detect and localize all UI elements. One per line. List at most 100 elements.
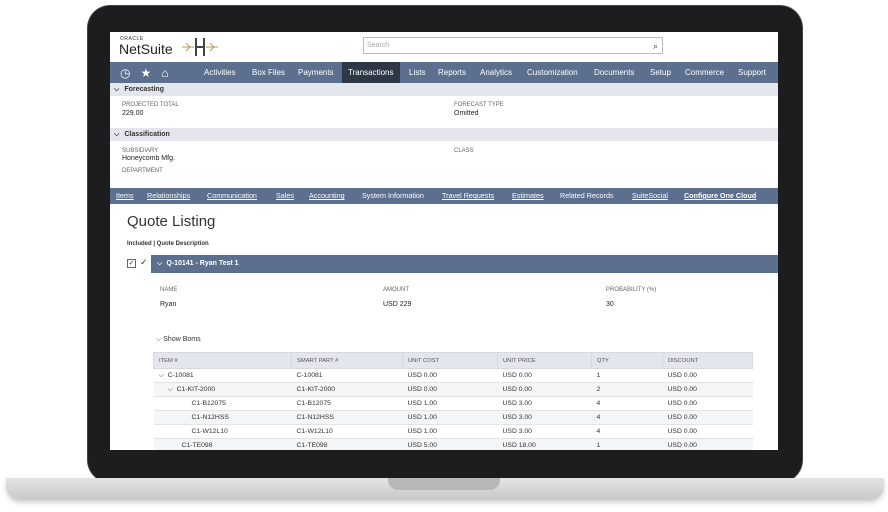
- global-search-input[interactable]: Search ⌕: [363, 37, 663, 54]
- tab-accounting[interactable]: Accounting: [309, 188, 345, 204]
- nav-lists[interactable]: Lists: [404, 62, 430, 83]
- item-cell: C1-B12075: [153, 396, 292, 411]
- recent-icon[interactable]: ◷: [120, 66, 130, 80]
- unit-price-cell: USD 18.00: [497, 438, 592, 450]
- col-smart-part[interactable]: SMART PART #: [291, 352, 403, 369]
- chevron-down-icon: ⌵: [114, 86, 120, 93]
- item-cell: C1-W12L10: [153, 424, 292, 439]
- classification-section-header[interactable]: ⌵ Classification: [110, 128, 778, 141]
- company-logo-icon: [182, 38, 218, 56]
- nav-box-files[interactable]: Box Files: [247, 62, 290, 83]
- main-nav: ◷ ★ ⌂ Activities Box Files Payments Tran…: [110, 62, 778, 83]
- home-icon[interactable]: ⌂: [161, 66, 168, 80]
- record-subtabs: Items Relationships Communication Sales …: [110, 188, 778, 204]
- search-placeholder: Search: [367, 42, 390, 49]
- unit-price-cell: USD 3.00: [497, 410, 592, 425]
- table-row[interactable]: ⌵ C-10081 C-10081 USD 0.00 USD 0.00 1 US…: [153, 368, 753, 383]
- tab-suitesocial[interactable]: SuiteSocial: [632, 188, 668, 204]
- table-header-row: ITEM # SMART PART # UNIT COST UNIT PRICE…: [153, 352, 753, 369]
- netsuite-logo[interactable]: NetSuite: [119, 41, 173, 57]
- col-qty[interactable]: QTY: [591, 352, 663, 369]
- tab-communication[interactable]: Communication: [207, 188, 257, 204]
- smart-part-cell: C-10081: [291, 368, 403, 383]
- item-cell: C1-N12HSS: [153, 410, 292, 425]
- tab-system-information[interactable]: System Information: [362, 188, 424, 204]
- nav-reports[interactable]: Reports: [433, 62, 471, 83]
- smart-part-cell: C1-KIT-2000: [291, 382, 403, 397]
- tab-relationships[interactable]: Relationships: [147, 188, 190, 204]
- nav-commerce[interactable]: Commerce: [680, 62, 729, 83]
- include-checkbox[interactable]: ✓: [127, 259, 136, 268]
- unit-price-cell: USD 0.00: [497, 382, 592, 397]
- tab-items[interactable]: Items: [116, 188, 134, 204]
- discount-cell: USD 0.00: [662, 396, 753, 411]
- nav-transactions[interactable]: Transactions: [342, 62, 400, 83]
- col-unit-cost[interactable]: UNIT COST: [402, 352, 498, 369]
- tab-configure-one-cloud[interactable]: Configure One Cloud: [684, 188, 756, 204]
- tab-sales[interactable]: Sales: [276, 188, 294, 204]
- subsidiary-value: Honeycomb Mfg.: [122, 155, 175, 162]
- star-icon[interactable]: ★: [140, 66, 151, 80]
- class-label: CLASS: [454, 148, 474, 154]
- smart-part-cell: C1-TE098: [291, 438, 403, 450]
- quote-listing-subtitle: Included | Quote Description: [127, 241, 209, 247]
- show-boms-toggle[interactable]: ⌵ Show Boms: [156, 336, 201, 344]
- smart-part-cell: C1-N12HSS: [291, 410, 403, 425]
- amount-label: AMOUNT: [383, 287, 409, 293]
- forecasting-section-header[interactable]: ⌵ Forecasting: [110, 83, 778, 96]
- quote-header-title: Q-10141 - Ryan Test 1: [166, 260, 239, 267]
- nav-activities[interactable]: Activities: [199, 62, 241, 83]
- chevron-down-icon: ⌵: [157, 260, 163, 267]
- nav-documents[interactable]: Documents: [589, 62, 639, 83]
- department-label: DEPARTMENT: [122, 168, 163, 174]
- forecast-type-value: Omitted: [454, 110, 479, 117]
- unit-price-cell: USD 3.00: [497, 424, 592, 439]
- show-boms-label: Show Boms: [163, 336, 201, 343]
- discount-cell: USD 0.00: [662, 410, 753, 425]
- qty-cell: 4: [591, 396, 663, 411]
- forecast-type-label: FORECAST TYPE: [454, 102, 504, 108]
- quote-header-bar[interactable]: ⌵ Q-10141 - Ryan Test 1: [151, 255, 778, 273]
- item-cell: C1-KIT-2000: [176, 385, 216, 393]
- col-unit-price[interactable]: UNIT PRICE: [497, 352, 592, 369]
- nav-customization[interactable]: Customization: [522, 62, 583, 83]
- chevron-down-icon[interactable]: ⌵: [159, 372, 164, 379]
- search-icon[interactable]: ⌕: [653, 41, 658, 52]
- name-label: NAME: [160, 287, 178, 293]
- item-cell: C1-TE098: [153, 438, 292, 450]
- laptop-notch: [388, 478, 500, 490]
- probability-label: PROBABILITY (%): [606, 287, 657, 293]
- qty-cell: 1: [591, 368, 663, 383]
- quote-listing-title: Quote Listing: [127, 213, 216, 230]
- forecasting-title: Forecasting: [124, 86, 164, 93]
- name-value: Ryan: [160, 301, 177, 308]
- boms-table: ITEM # SMART PART # UNIT COST UNIT PRICE…: [153, 352, 753, 450]
- check-icon: ✓: [140, 257, 148, 267]
- table-row[interactable]: C1-TE098 C1-TE098 USD 5.00 USD 18.00 1 U…: [153, 438, 753, 450]
- unit-price-cell: USD 3.00: [497, 396, 592, 411]
- discount-cell: USD 0.00: [662, 382, 753, 397]
- table-row[interactable]: C1-B12075 C1-B12075 USD 1.00 USD 3.00 4 …: [153, 396, 753, 411]
- discount-cell: USD 0.00: [662, 368, 753, 383]
- probability-value: 30: [606, 301, 614, 308]
- chevron-down-icon[interactable]: ⌵: [168, 386, 173, 393]
- tab-related-records[interactable]: Related Records: [560, 188, 614, 204]
- chevron-down-icon: ⌵: [114, 131, 120, 138]
- tab-estimates[interactable]: Estimates: [512, 188, 544, 204]
- unit-cost-cell: USD 1.00: [402, 410, 498, 425]
- tab-travel-requests[interactable]: Travel Requests: [442, 188, 494, 204]
- nav-payments[interactable]: Payments: [293, 62, 339, 83]
- unit-cost-cell: USD 0.00: [402, 382, 498, 397]
- chevron-down-icon: ⌵: [156, 336, 162, 343]
- table-row[interactable]: C1-W12L10 C1-W12L10 USD 1.00 USD 3.00 4 …: [153, 424, 753, 439]
- col-item[interactable]: ITEM #: [153, 352, 292, 369]
- table-row[interactable]: C1-N12HSS C1-N12HSS USD 1.00 USD 3.00 4 …: [153, 410, 753, 425]
- col-discount[interactable]: DISCOUNT: [662, 352, 753, 369]
- projected-total-label: PROJECTED TOTAL: [122, 102, 179, 108]
- qty-cell: 2: [591, 382, 663, 397]
- table-row[interactable]: ⌵ C1-KIT-2000 C1-KIT-2000 USD 0.00 USD 0…: [153, 382, 753, 397]
- nav-setup[interactable]: Setup: [645, 62, 676, 83]
- nav-analytics[interactable]: Analytics: [475, 62, 517, 83]
- nav-support[interactable]: Support: [733, 62, 771, 83]
- smart-part-cell: C1-B12075: [291, 396, 403, 411]
